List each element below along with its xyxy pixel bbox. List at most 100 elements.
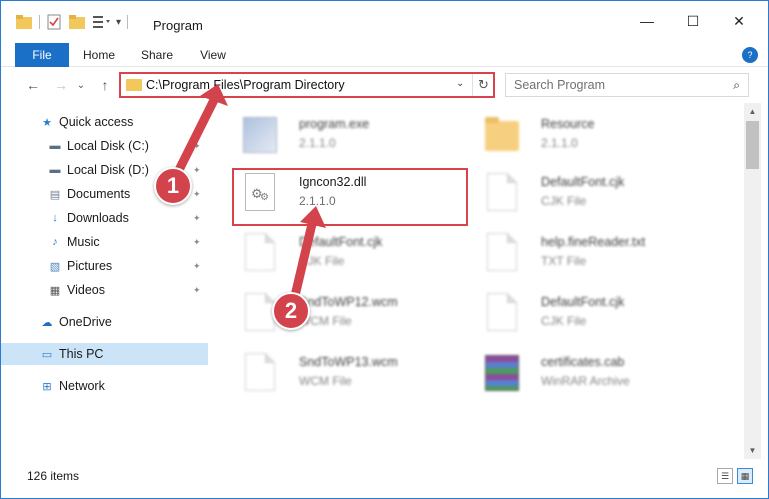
refresh-button[interactable]: ↻	[472, 74, 494, 96]
file-item[interactable]: program.exe 2.1.1.0	[241, 111, 481, 161]
scroll-down-button[interactable]: ▼	[744, 442, 761, 459]
back-button[interactable]: ←	[23, 75, 43, 95]
ribbon-tabs: File Home Share View ?	[1, 43, 768, 67]
file-name: DefaultFont.cjk	[541, 175, 625, 189]
details-view-icon[interactable]: ☰	[717, 468, 733, 484]
pin-icon: ✦	[193, 164, 201, 175]
navigation-pane: ★ Quick access ▬ Local Disk (C:) ✦ ▬ Local Dis…	[1, 103, 208, 459]
new-folder-icon[interactable]	[68, 14, 88, 30]
sidebar-item[interactable]: ▧ Pictures ✦	[1, 255, 208, 277]
sidebar-item-label: Local Disk (D:)	[67, 163, 149, 177]
customize-dropdown-icon[interactable]: ▾	[116, 17, 121, 28]
minimize-button[interactable]: —	[624, 1, 670, 41]
application-icon	[241, 113, 277, 157]
documents-icon: ▤	[49, 188, 61, 201]
this-pc-icon: ▭	[41, 348, 53, 361]
sidebar-item[interactable]: ▦ Videos ✦	[1, 279, 208, 301]
sidebar-item-label: Videos	[67, 283, 105, 297]
properties-icon[interactable]	[46, 14, 62, 30]
sidebar-item[interactable]: ▭ This PC	[1, 343, 208, 365]
tab-view[interactable]: View	[193, 43, 233, 67]
file-item[interactable]: DefaultFont.cjk CJK File	[483, 289, 723, 339]
navigation-bar: ← → ⌄ ↑ C:\Program Files\Program Directo…	[1, 69, 768, 101]
file-explorer-window: ▾ Program — ☐ ✕ File Home Share View ? ←…	[0, 0, 769, 499]
archive-icon	[483, 351, 519, 395]
vertical-scrollbar[interactable]: ▲ ▼	[744, 103, 761, 459]
toolbar-divider	[127, 15, 129, 29]
folder-icon	[483, 113, 519, 157]
file-detail: WinRAR Archive	[541, 374, 630, 388]
downloads-icon: ↓	[52, 212, 58, 224]
search-input[interactable]	[514, 77, 724, 93]
file-name: DefaultFont.cjk	[541, 295, 625, 309]
folder-icon	[126, 79, 142, 91]
sidebar-item[interactable]: ⊞ Network	[1, 375, 208, 397]
item-count: 126 items	[27, 469, 80, 483]
pictures-icon: ▧	[49, 260, 61, 273]
file-item[interactable]: ⚙ ⚙ Igncon32.dll 2.1.1.0	[241, 169, 481, 219]
address-path[interactable]: C:\Program Files\Program Directory	[146, 78, 345, 92]
tab-share[interactable]: Share	[135, 43, 179, 67]
file-name: SndToWP13.wcm	[299, 355, 398, 369]
file-item[interactable]: Resource 2.1.1.0	[483, 111, 723, 161]
scroll-up-button[interactable]: ▲	[744, 103, 761, 120]
forward-button[interactable]: →	[51, 75, 71, 95]
pin-icon: ✦	[193, 236, 201, 247]
sidebar-item-label: Documents	[67, 187, 131, 201]
sidebar-item[interactable]: ↓ Downloads ✦	[1, 207, 208, 229]
network-icon: ⊞	[42, 380, 52, 393]
sidebar-item-label: OneDrive	[59, 315, 112, 329]
file-item[interactable]: certificates.cab WinRAR Archive	[483, 349, 723, 399]
document-icon	[483, 171, 519, 215]
document-icon	[483, 231, 519, 275]
up-button[interactable]: ↑	[95, 75, 115, 95]
pin-icon: ✦	[193, 140, 201, 151]
file-detail: WCM File	[299, 374, 352, 388]
help-icon[interactable]: ?	[742, 47, 758, 63]
file-item[interactable]: DefaultFont.cjk CJK File	[483, 169, 723, 219]
file-name: SndToWP12.wcm	[299, 295, 398, 309]
pin-icon: ✦	[193, 284, 201, 295]
file-detail: TXT File	[541, 254, 587, 268]
address-bar[interactable]: C:\Program Files\Program Directory ⌄ ↻	[119, 73, 495, 97]
folder-icon[interactable]	[15, 14, 33, 30]
sidebar-item[interactable]: ☁ OneDrive	[1, 311, 208, 333]
file-name: Resource	[541, 117, 595, 131]
sidebar-item-label: Local Disk (C:)	[67, 139, 149, 153]
quick-access-toolbar: ▾	[15, 13, 134, 31]
sidebar-item-label: Pictures	[67, 259, 113, 273]
pin-icon: ✦	[193, 212, 201, 223]
sidebar-item[interactable]: ▬ Local Disk (C:) ✦	[1, 135, 208, 157]
search-box[interactable]: ⌕	[505, 73, 749, 97]
tab-home[interactable]: Home	[77, 43, 121, 67]
recent-locations-button[interactable]: ⌄	[71, 75, 91, 95]
customize-icon[interactable]	[92, 14, 114, 30]
sidebar-item-label: Quick access	[59, 115, 134, 129]
file-item[interactable]: help.fineReader.txt TXT File	[483, 229, 723, 279]
file-item[interactable]: SndToWP13.wcm WCM File	[241, 349, 481, 399]
file-name: DefaultFont.cjk	[299, 235, 383, 249]
drive-icon: ▬	[49, 140, 61, 152]
toolbar-divider	[39, 15, 40, 29]
scroll-thumb[interactable]	[746, 121, 759, 169]
sidebar-item-label: This PC	[59, 347, 104, 361]
music-icon: ♪	[52, 236, 58, 248]
file-detail: CJK File	[299, 254, 345, 268]
address-dropdown-icon[interactable]: ⌄	[456, 78, 464, 89]
star-icon: ★	[42, 116, 52, 129]
close-button[interactable]: ✕	[716, 1, 762, 41]
large-icons-view-icon[interactable]: ▦	[737, 468, 753, 484]
file-name: certificates.cab	[541, 355, 625, 369]
file-item[interactable]: DefaultFont.cjk CJK File	[241, 229, 481, 279]
tab-file[interactable]: File	[15, 43, 69, 67]
file-detail: CJK File	[541, 194, 587, 208]
document-icon	[241, 231, 277, 275]
pin-icon: ✦	[193, 260, 201, 271]
sidebar-item[interactable]: ★ Quick access	[1, 111, 208, 133]
videos-icon: ▦	[49, 284, 61, 297]
document-icon	[483, 291, 519, 335]
maximize-button[interactable]: ☐	[670, 1, 716, 41]
sidebar-item[interactable]: ♪ Music ✦	[1, 231, 208, 253]
sidebar-item-label: Downloads	[67, 211, 129, 225]
search-icon[interactable]: ⌕	[733, 78, 740, 93]
